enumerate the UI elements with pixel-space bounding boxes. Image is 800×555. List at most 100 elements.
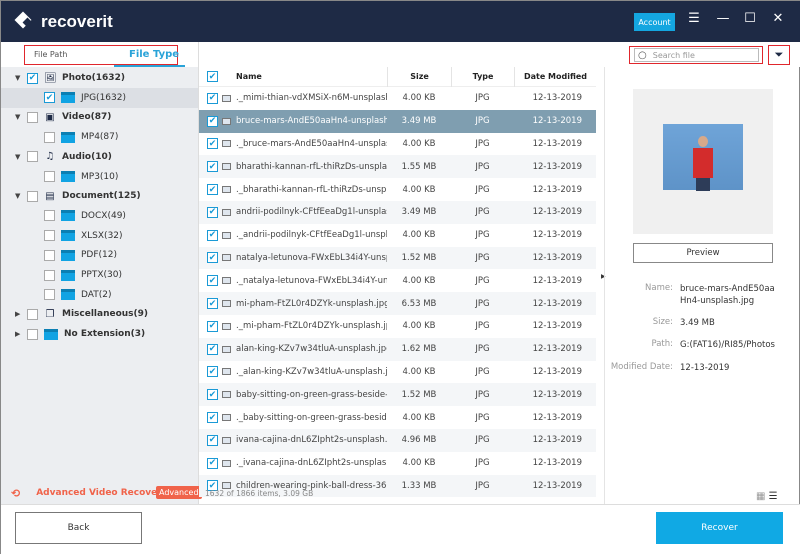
table-row[interactable]: ✔ ._baby-sitting-on-green-grass-beside...…	[199, 406, 596, 429]
recover-button[interactable]: Recover	[656, 512, 783, 544]
tree-checkbox[interactable]	[44, 230, 55, 242]
tab-file-type[interactable]: File Type	[129, 49, 179, 60]
chevron-down-icon[interactable]: ▼	[15, 192, 23, 200]
tree-item[interactable]: DOCX(49)	[1, 206, 198, 226]
row-checkbox[interactable]: ✔	[207, 434, 218, 446]
tree-checkbox[interactable]	[27, 111, 38, 123]
table-row[interactable]: ✔ ._alan-king-KZv7w34tluA-unsplash.jpg 4.…	[199, 361, 596, 384]
row-checkbox[interactable]: ✔	[207, 161, 218, 173]
chevron-down-icon[interactable]: ▼	[15, 153, 23, 161]
folder-icon	[61, 92, 75, 104]
filter-button[interactable]: ⏷	[768, 45, 790, 65]
search-bar: ○ Search file ⏷	[199, 42, 800, 67]
tree-checkbox[interactable]	[44, 289, 55, 301]
tree-checkbox[interactable]	[44, 171, 55, 182]
tree-checkbox[interactable]	[27, 328, 38, 340]
column-size[interactable]: Size	[387, 66, 451, 87]
advanced-video-recovery[interactable]: ⟲ Advanced Video Recovery Advanced	[1, 482, 202, 504]
table-row[interactable]: ✔ ._bharathi-kannan-rfL-thiRzDs-unspl... …	[199, 178, 596, 201]
tree-checkbox[interactable]	[44, 249, 55, 261]
table-row[interactable]: ✔ bharathi-kannan-rfL-thiRzDs-unsplas... …	[199, 155, 596, 179]
file-type: JPG	[475, 389, 490, 400]
table-row[interactable]: ✔ andrii-podilnyk-CFtfEeaDg1l-unsplas... …	[199, 200, 596, 224]
tree-item[interactable]: XLSX(32)	[1, 226, 198, 246]
tree-checkbox[interactable]: ✔	[27, 72, 38, 84]
table-row[interactable]: ✔ natalya-letunova-FWxEbL34i4Y-unspl... 1…	[199, 246, 596, 270]
maximize-icon[interactable]: ☐	[740, 11, 760, 26]
video-icon: ▣	[45, 111, 55, 123]
row-checkbox[interactable]: ✔	[207, 389, 218, 401]
tree-item[interactable]: ✔ JPG(1632)	[1, 87, 198, 108]
table-row[interactable]: ✔ ._bruce-mars-AndE50aaHn4-unsplas... 4.0…	[199, 133, 596, 156]
table-row[interactable]: ✔ ._mi-pham-FtZL0r4DZYk-unsplash.jpg 4.00…	[199, 315, 596, 338]
table-row[interactable]: ✔ ._mimi-thian-vdXMSiX-n6M-unsplash... 4.…	[199, 87, 596, 110]
tree-item[interactable]: PPTX(30)	[1, 265, 198, 285]
row-checkbox[interactable]: ✔	[207, 229, 218, 241]
row-checkbox[interactable]: ✔	[207, 138, 218, 150]
tree-checkbox[interactable]	[27, 190, 38, 202]
tree-checkbox[interactable]	[27, 308, 38, 320]
tree-checkbox[interactable]: ✔	[44, 92, 55, 104]
tree-item[interactable]: ▼ ▣ Video(87)	[1, 107, 198, 127]
minimize-icon[interactable]: —	[713, 11, 733, 26]
tree-item[interactable]: MP4(87)	[1, 127, 198, 147]
select-all-checkbox[interactable]: ✔	[207, 71, 218, 82]
table-row[interactable]: ✔ baby-sitting-on-green-grass-beside-... …	[199, 383, 596, 407]
chevron-down-icon[interactable]: ▼	[15, 74, 23, 82]
column-name[interactable]: Name	[236, 72, 262, 81]
row-checkbox[interactable]: ✔	[207, 366, 218, 378]
tree-item[interactable]: ▼ ♫ Audio(10)	[1, 147, 198, 167]
column-date[interactable]: Date Modified	[514, 66, 596, 87]
file-name: ._alan-king-KZv7w34tluA-unsplash.jpg	[236, 366, 387, 377]
tree-item[interactable]: ▶ No Extension(3)	[1, 324, 198, 344]
table-row[interactable]: ✔ alan-king-KZv7w34tluA-unsplash.jpg 1.62…	[199, 337, 596, 361]
file-list: ✔ Name Size Type Date Modified ✔ ._mimi-th…	[199, 66, 596, 498]
file-type: JPG	[475, 412, 490, 423]
file-size: 1.62 MB	[401, 344, 437, 355]
file-date: 12-13-2019	[532, 138, 582, 149]
image-file-icon	[222, 140, 231, 148]
row-checkbox[interactable]: ✔	[207, 320, 218, 332]
table-row[interactable]: ✔ ._ivana-cajina-dnL6ZIpht2s-unsplash....…	[199, 452, 596, 475]
row-checkbox[interactable]: ✔	[207, 412, 218, 424]
column-type[interactable]: Type	[451, 66, 514, 87]
table-row[interactable]: ✔ mi-pham-FtZL0r4DZYk-unsplash.jpg 6.53 M…	[199, 292, 596, 315]
back-button[interactable]: Back	[15, 512, 142, 544]
row-checkbox[interactable]: ✔	[207, 252, 218, 264]
menu-icon[interactable]: ☰	[684, 11, 704, 26]
tree-item[interactable]: MP3(10)	[1, 167, 198, 187]
row-checkbox[interactable]: ✔	[207, 184, 218, 196]
tab-file-path[interactable]: File Path	[34, 50, 68, 59]
row-checkbox[interactable]: ✔	[207, 457, 218, 469]
row-checkbox[interactable]: ✔	[207, 92, 218, 104]
tree-item[interactable]: ▼ ▤ Document(125)	[1, 186, 198, 206]
tree-item-label: PPTX(30)	[81, 270, 122, 280]
row-checkbox[interactable]: ✔	[207, 343, 218, 355]
table-row[interactable]: ✔ bruce-mars-AndE50aaHn4-unsplash... 3.49…	[199, 109, 596, 133]
table-row[interactable]: ✔ ivana-cajina-dnL6ZIpht2s-unsplash.jpg 4…	[199, 428, 596, 452]
tree-item[interactable]: ▶ ❐ Miscellaneous(9)	[1, 304, 198, 324]
row-checkbox[interactable]: ✔	[207, 115, 218, 127]
advanced-badge[interactable]: Advanced	[156, 486, 202, 499]
table-row[interactable]: ✔ ._andrii-podilnyk-CFtfEeaDg1l-unspla...…	[199, 224, 596, 247]
tree-checkbox[interactable]	[44, 131, 55, 143]
table-row[interactable]: ✔ ._natalya-letunova-FWxEbL34i4Y-uns... 4…	[199, 269, 596, 292]
tree-checkbox[interactable]	[27, 151, 38, 163]
chevron-right-icon[interactable]: ▶	[15, 310, 23, 318]
tree-item[interactable]: DAT(2)	[1, 285, 198, 305]
search-input[interactable]: ○ Search file	[634, 48, 759, 62]
tree-item-label: MP3(10)	[81, 171, 119, 182]
tree-item[interactable]: PDF(12)	[1, 245, 198, 265]
row-checkbox[interactable]: ✔	[207, 206, 218, 218]
row-checkbox[interactable]: ✔	[207, 275, 218, 287]
tree-checkbox[interactable]	[44, 210, 55, 222]
chevron-down-icon[interactable]: ▼	[15, 113, 23, 121]
file-type: JPG	[475, 252, 490, 263]
preview-button[interactable]: Preview	[633, 243, 773, 263]
chevron-right-icon[interactable]: ▶	[15, 330, 23, 338]
tree-item[interactable]: ▼ ✔ 🖼 Photo(1632)	[1, 68, 198, 88]
account-button[interactable]: Account	[634, 13, 675, 31]
close-icon[interactable]: ✕	[768, 11, 788, 26]
row-checkbox[interactable]: ✔	[207, 298, 218, 310]
tree-checkbox[interactable]	[44, 269, 55, 281]
